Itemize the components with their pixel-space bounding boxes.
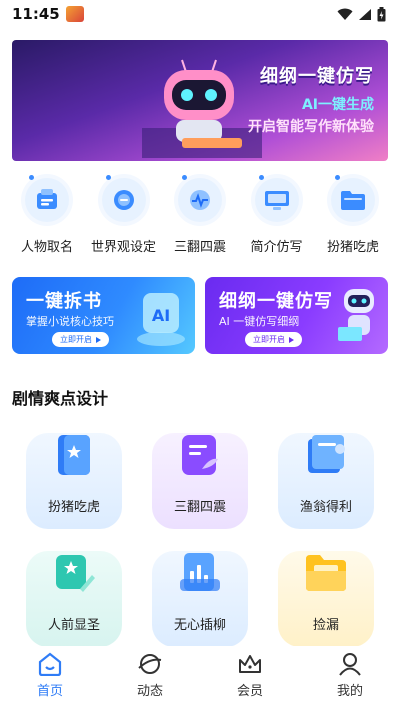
bottom-navigation: 首页 动态 会员 我的 (0, 646, 400, 711)
tool-label: 简介仿写 (250, 240, 303, 255)
grid-item-label: 扮猪吃虎 (47, 500, 100, 515)
robot-illustration (142, 59, 262, 158)
grid-item-label: 三翻四震 (173, 500, 226, 515)
play-arrow-icon (289, 336, 294, 343)
promo-card-book-breakdown[interactable]: 一键拆书 掌握小说核心技巧 立即开启 AI (12, 277, 195, 354)
promo-subtitle: 掌握小说核心技巧 (26, 315, 114, 328)
promo-title: 一键拆书 (26, 291, 102, 312)
planet-icon (138, 654, 162, 674)
globe-icon (101, 175, 146, 222)
book-star-icon (58, 435, 90, 475)
pulse-icon (178, 175, 222, 222)
robot-reading-illustration (338, 289, 374, 341)
nav-label: 动态 (136, 684, 163, 699)
grid-item-label: 捡漏 (312, 618, 339, 633)
user-icon (339, 653, 361, 676)
chart-doc-icon (180, 553, 220, 591)
home-icon (38, 652, 62, 676)
nav-item-membership[interactable]: 会员 (210, 646, 290, 711)
nav-label: 会员 (236, 684, 263, 699)
svg-text:AI: AI (152, 306, 170, 325)
tool-synopsis-rewrite[interactable]: 简介仿写 (242, 175, 312, 255)
tool-worldview[interactable]: 世界观设定 (89, 175, 159, 255)
tool-underdog[interactable]: 扮猪吃虎 (318, 175, 388, 255)
nav-item-profile[interactable]: 我的 (310, 646, 390, 711)
hero-title: 细纲一键仿写 (260, 66, 374, 87)
grid-item-label: 渔翁得利 (299, 500, 352, 515)
note-pen-icon (182, 435, 218, 475)
play-arrow-icon (96, 336, 101, 343)
grid-item-serendipity[interactable]: 无心插柳 (152, 551, 248, 647)
hero-subtitle-2: 开启智能写作新体验 (248, 119, 374, 135)
quick-tools-row: 人物取名 世界观设定 三翻四震 简介仿写 扮猪吃虎 (12, 175, 388, 255)
status-bar: 11:45 (0, 0, 400, 28)
folder-icon (331, 175, 375, 222)
tool-label: 人物取名 (20, 240, 73, 255)
grid-item-show-off[interactable]: 人前显圣 (26, 551, 122, 647)
star-pen-icon (56, 555, 95, 592)
status-time: 11:45 (12, 5, 60, 23)
promo-button-label: 立即开启 (60, 335, 92, 344)
grid-item-plot-twists[interactable]: 三翻四震 (152, 433, 248, 529)
plot-design-grid: 扮猪吃虎 三翻四震 渔翁得利 人前显圣 无心插柳 捡漏 (26, 433, 374, 647)
hero-banner[interactable]: 细纲一键仿写 AI一键生成 开启智能写作新体验 (12, 40, 388, 161)
promo-title: 细纲一键仿写 (219, 291, 333, 312)
grid-item-underdog[interactable]: 扮猪吃虎 (26, 433, 122, 529)
book-icon (308, 435, 345, 473)
crown-icon (239, 655, 261, 673)
promo-button-label: 立即开启 (253, 335, 285, 344)
signal-icon (359, 8, 371, 20)
status-indicators (337, 6, 386, 22)
section-title: 剧情爽点设计 (12, 389, 109, 408)
nav-item-home[interactable]: 首页 (10, 646, 90, 711)
monitor-icon (254, 175, 299, 222)
nav-label: 我的 (336, 684, 363, 699)
promo-open-button[interactable]: 立即开启 (52, 332, 109, 347)
promo-open-button[interactable]: 立即开启 (245, 332, 302, 347)
app-notification-icon (65, 6, 84, 22)
hero-subtitle-1: AI一键生成 (301, 97, 374, 113)
nav-item-feed[interactable]: 动态 (110, 646, 190, 711)
hero-text-block: 细纲一键仿写 AI一键生成 开启智能写作新体验 (248, 62, 374, 136)
ai-chip-illustration: AI (137, 293, 185, 346)
grid-item-profit[interactable]: 渔翁得利 (278, 433, 374, 529)
battery-icon (377, 6, 386, 21)
name-card-icon (25, 175, 69, 222)
tool-label: 三翻四震 (173, 240, 226, 255)
wifi-icon (337, 8, 353, 20)
grid-item-lucky-find[interactable]: 捡漏 (278, 551, 374, 647)
tool-name-generator[interactable]: 人物取名 (12, 175, 82, 255)
promo-card-outline-rewrite[interactable]: 细纲一键仿写 AI 一键仿写细纲 立即开启 (205, 277, 388, 354)
grid-item-label: 无心插柳 (173, 618, 226, 633)
tool-plot-twists[interactable]: 三翻四震 (165, 175, 235, 255)
folder-icon (306, 555, 346, 591)
tool-label: 世界观设定 (90, 240, 156, 255)
nav-label: 首页 (36, 684, 63, 699)
grid-item-label: 人前显圣 (47, 618, 100, 633)
tool-label: 扮猪吃虎 (326, 240, 379, 255)
promo-subtitle: AI 一键仿写细纲 (219, 315, 300, 328)
